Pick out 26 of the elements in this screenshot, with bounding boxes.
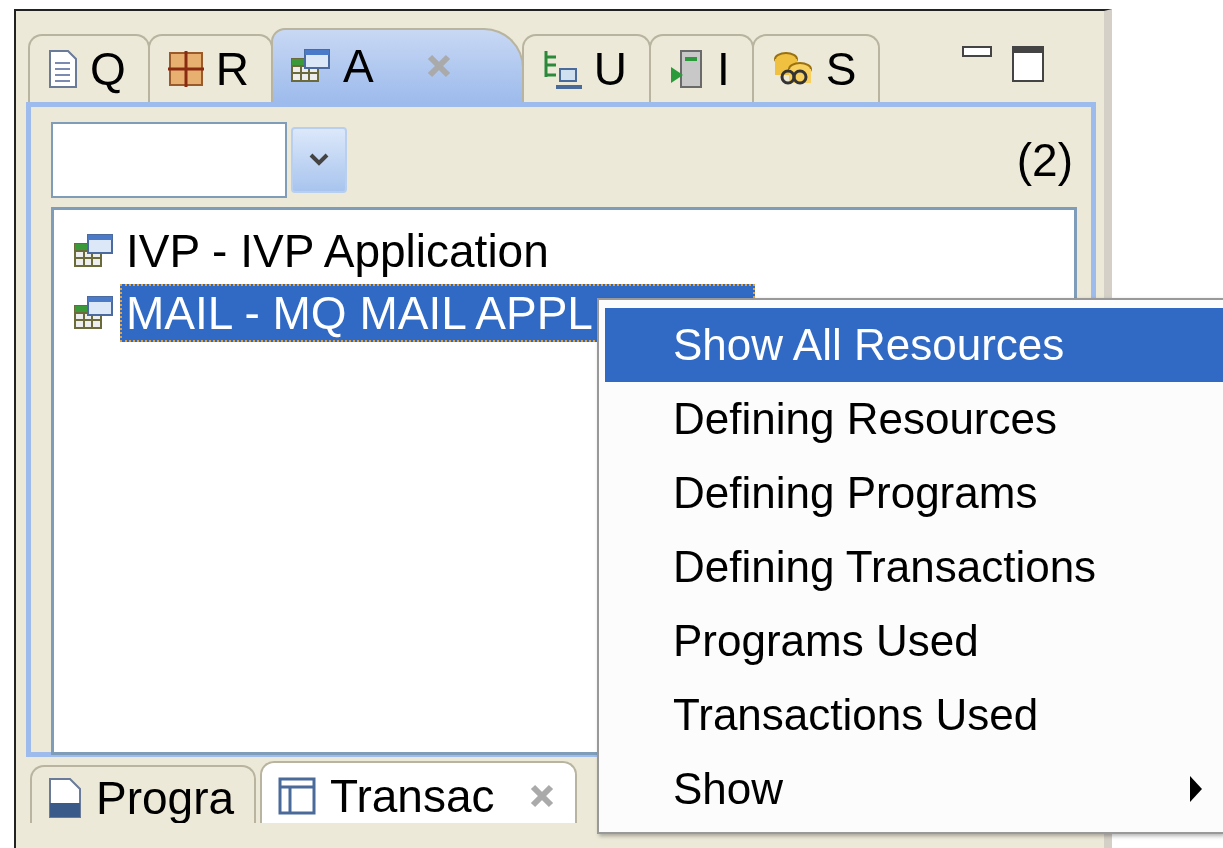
window-table-icon (74, 234, 114, 268)
tree-item[interactable]: IVP - IVP Application (120, 222, 555, 280)
grid-icon (167, 51, 204, 87)
menu-item[interactable]: Transactions Used (605, 678, 1223, 752)
document-icon (48, 49, 78, 89)
view-tab[interactable]: A (271, 28, 524, 102)
menu-item[interactable]: Show All Resources (605, 308, 1223, 382)
menu-item[interactable]: Programs Used (605, 604, 1223, 678)
binary-document-icon (48, 777, 82, 819)
view-tab[interactable]: Transac (260, 761, 577, 823)
server-icon (668, 49, 705, 89)
table-icon (278, 777, 317, 815)
view-tab[interactable]: Q (28, 34, 150, 102)
item-count: (2) (1016, 133, 1073, 187)
menu-item[interactable]: Defining Programs (605, 456, 1223, 530)
filter-combo-field[interactable] (51, 122, 287, 198)
window-table-icon (291, 49, 331, 83)
maximize-icon[interactable] (1012, 45, 1044, 82)
view-tab[interactable]: S (751, 34, 881, 102)
dropdown-button[interactable] (291, 127, 347, 193)
chevron-down-icon (309, 153, 329, 167)
menu-item[interactable]: Show (605, 752, 1223, 826)
menu-item[interactable]: Defining Transactions (605, 530, 1223, 604)
window-table-icon (74, 296, 114, 330)
menu-item[interactable]: Defining Resources (605, 382, 1223, 456)
minimize-icon[interactable] (962, 45, 992, 58)
